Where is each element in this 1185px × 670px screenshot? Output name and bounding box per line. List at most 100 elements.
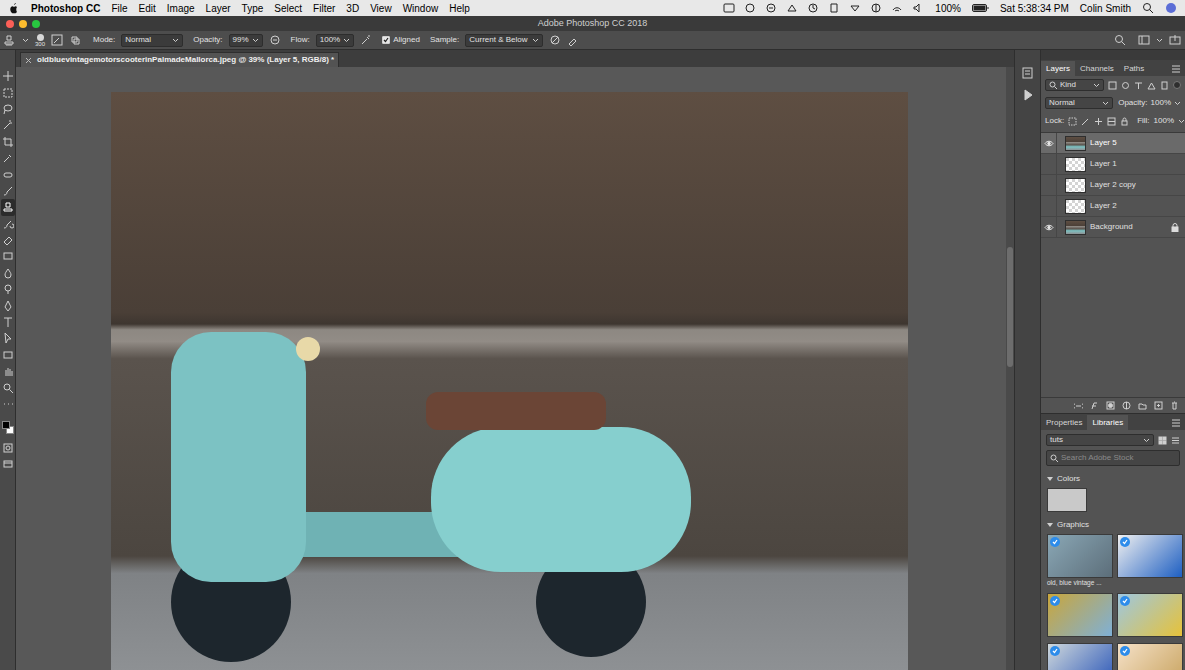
app-menu[interactable]: Photoshop CC (31, 1, 100, 16)
menu-item[interactable]: Type (242, 1, 264, 16)
fill-value[interactable]: 100% (1154, 115, 1174, 127)
section-header[interactable]: Colors (1041, 472, 1185, 486)
opacity-field[interactable]: 99% (229, 34, 263, 47)
foreground-color-swatch[interactable] (2, 421, 10, 429)
graphic-thumbnail[interactable] (1117, 593, 1183, 637)
layer-row[interactable]: Background (1041, 217, 1185, 238)
library-dropdown[interactable]: tuts (1046, 434, 1154, 446)
status-icon[interactable] (744, 2, 756, 14)
menu-item[interactable]: Filter (313, 1, 335, 16)
lock-option-icon[interactable] (1081, 117, 1090, 126)
tool-icon[interactable] (1, 297, 15, 313)
list-view-icon[interactable] (1171, 436, 1180, 445)
tool-icon[interactable] (1, 363, 15, 379)
layer-name[interactable]: Layer 1 (1090, 158, 1165, 170)
layer-action-icon[interactable] (1170, 401, 1179, 410)
tool-icon[interactable] (1, 68, 15, 84)
tool-icon[interactable] (1, 330, 15, 346)
blend-mode-dropdown[interactable]: Normal (1045, 97, 1113, 109)
status-icon[interactable] (891, 2, 903, 14)
filter-kind-icon[interactable] (1121, 81, 1130, 90)
layer-action-icon[interactable] (1122, 401, 1131, 410)
pressure-opacity-icon[interactable] (269, 34, 281, 46)
graphic-thumbnail[interactable] (1047, 593, 1113, 637)
tool-icon[interactable] (1, 347, 15, 363)
lock-option-icon[interactable] (1068, 117, 1077, 126)
aligned-option[interactable]: Aligned (382, 34, 420, 46)
workspace-arrow-icon[interactable] (1156, 38, 1163, 43)
brush-settings-icon[interactable] (51, 34, 63, 46)
status-icon[interactable] (807, 2, 819, 14)
tool-icon[interactable] (1, 199, 15, 215)
menu-item[interactable]: Layer (206, 1, 231, 16)
filter-type-dropdown[interactable]: Kind (1045, 79, 1104, 91)
filter-kind-icon[interactable] (1160, 81, 1169, 90)
tool-icon[interactable] (1, 232, 15, 248)
lock-option-icon[interactable] (1107, 117, 1116, 126)
menu-item[interactable]: Image (167, 1, 195, 16)
aligned-checkbox[interactable] (382, 36, 390, 44)
search-icon[interactable] (1142, 2, 1154, 14)
dropdown-arrow-icon[interactable] (1178, 119, 1185, 124)
pressure-size-icon[interactable] (567, 34, 579, 46)
graphic-item[interactable]: old, blue vintage ... (1047, 534, 1113, 587)
history-icon[interactable] (1021, 66, 1034, 80)
zoom-button[interactable] (32, 20, 40, 28)
search-icon[interactable] (1114, 34, 1126, 46)
section-header[interactable]: Graphics (1041, 518, 1185, 532)
visibility-toggle[interactable] (1041, 217, 1057, 238)
panel-tab[interactable]: Paths (1119, 61, 1149, 76)
status-icon[interactable] (765, 2, 777, 14)
tool-icon[interactable] (1, 265, 15, 281)
tool-icon[interactable] (1, 216, 15, 232)
menu-item[interactable]: Select (274, 1, 302, 16)
visibility-toggle[interactable] (1041, 154, 1057, 175)
close-button[interactable] (6, 20, 14, 28)
battery-icon[interactable] (972, 2, 989, 14)
lock-option-icon[interactable] (1120, 117, 1129, 126)
graphic-item[interactable] (1117, 643, 1183, 670)
clone-source-icon[interactable] (69, 34, 81, 46)
status-icon[interactable] (870, 2, 882, 14)
opacity-value[interactable]: 100% (1151, 97, 1171, 109)
quick-mask-icon[interactable] (1, 440, 15, 456)
layer-action-icon[interactable] (1074, 401, 1083, 410)
tool-icon[interactable] (1, 379, 15, 395)
layer-action-icon[interactable] (1106, 401, 1115, 410)
share-icon[interactable] (1169, 34, 1181, 46)
menu-item[interactable]: 3D (346, 1, 359, 16)
tool-icon[interactable] (1, 183, 15, 199)
tool-icon[interactable] (1, 117, 15, 133)
layer-name[interactable]: Layer 2 (1090, 200, 1165, 212)
canvas[interactable] (16, 67, 1006, 670)
sample-dropdown[interactable]: Current & Below (465, 34, 542, 47)
color-swatch[interactable] (1047, 488, 1087, 512)
close-tab-icon[interactable] (25, 57, 32, 64)
panel-tab[interactable]: Properties (1041, 415, 1087, 430)
apple-icon[interactable] (8, 2, 20, 14)
scroll-thumb[interactable] (1007, 247, 1013, 367)
menu-item[interactable]: Edit (139, 1, 156, 16)
airbrush-icon[interactable] (360, 34, 372, 46)
status-icon[interactable] (786, 2, 798, 14)
dropdown-arrow-icon[interactable] (1174, 101, 1181, 106)
panel-menu-icon[interactable] (1171, 61, 1185, 76)
layer-name[interactable]: Layer 5 (1090, 137, 1165, 149)
lock-option-icon[interactable] (1094, 117, 1103, 126)
filter-kind-icon[interactable] (1108, 81, 1117, 90)
brush-preset-picker[interactable]: 300 (35, 33, 45, 47)
layer-action-icon[interactable] (1154, 401, 1163, 410)
graphic-thumbnail[interactable] (1117, 643, 1183, 670)
tool-icon[interactable] (1, 281, 15, 297)
graphic-item[interactable] (1117, 593, 1183, 637)
menu-item[interactable]: View (370, 1, 392, 16)
status-icon[interactable] (828, 2, 840, 14)
mode-dropdown[interactable]: Normal (121, 34, 183, 47)
layer-row[interactable]: Layer 2 copy (1041, 175, 1185, 196)
graphic-item[interactable] (1047, 643, 1113, 670)
siri-icon[interactable] (1165, 2, 1177, 14)
tool-icon[interactable] (1, 166, 15, 182)
layer-action-icon[interactable] (1090, 401, 1099, 410)
ignore-adjustments-icon[interactable] (549, 34, 561, 46)
tool-icon[interactable] (1, 150, 15, 166)
